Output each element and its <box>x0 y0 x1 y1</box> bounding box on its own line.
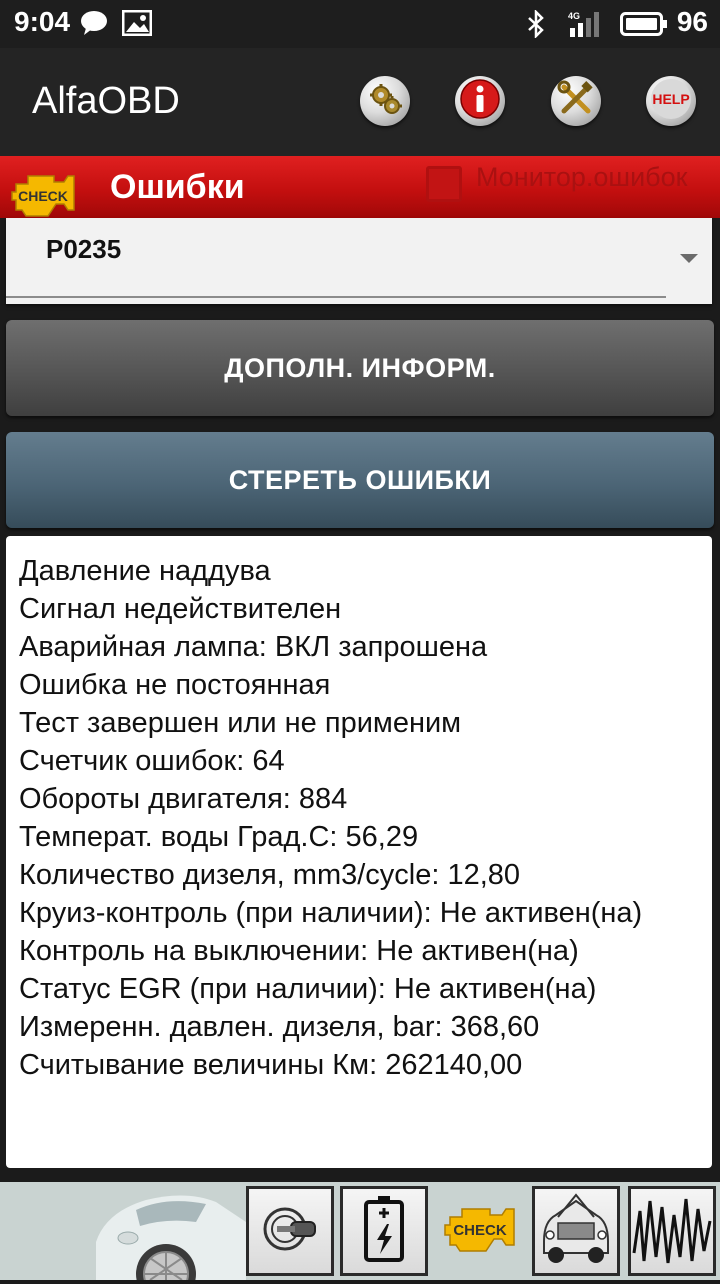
chevron-down-icon[interactable] <box>680 254 698 263</box>
battery-button[interactable] <box>340 1186 428 1276</box>
battery-percent: 96 <box>676 6 708 37</box>
detail-line: Тест завершен или не применим <box>19 707 462 739</box>
image-icon <box>121 9 153 40</box>
help-label: HELP <box>652 91 689 107</box>
error-header: CHECK Ошибки Монитор.ошибок <box>0 156 720 218</box>
check-engine-icon: CHECK <box>442 1203 518 1259</box>
monitor-label[interactable]: Монитор.ошибок <box>476 162 687 193</box>
car-image <box>96 1182 246 1284</box>
battery-icon <box>362 1194 406 1268</box>
selected-error-code: P0235 <box>46 234 122 264</box>
detail-line: Ошибка не постоянная <box>19 669 331 701</box>
info-icon <box>459 78 501 124</box>
status-bar: 9:04 4G 96 <box>0 0 720 48</box>
clear-errors-button[interactable]: СТЕРЕТЬ ОШИБКИ <box>6 432 714 528</box>
settings-button[interactable] <box>360 76 410 126</box>
signal-icon: 4G <box>566 10 608 42</box>
info-button[interactable] <box>455 76 505 126</box>
error-details-list: Давление наддува Сигнал недействителен А… <box>6 536 712 1084</box>
key-button[interactable] <box>246 1186 334 1276</box>
help-button[interactable]: HELP <box>646 76 696 126</box>
tools-button[interactable] <box>551 76 601 126</box>
car-hood-icon <box>536 1191 616 1271</box>
detail-line: Измеренн. давлен. дизеля, bar: 368,60 <box>19 1011 540 1043</box>
message-icon <box>80 10 108 40</box>
dropdown-underline <box>6 296 666 298</box>
waveform-icon <box>632 1191 712 1271</box>
more-info-label: ДОПОЛН. ИНФОРМ. <box>224 352 496 383</box>
status-time: 9:04 <box>14 6 71 37</box>
detail-line: Сигнал недействителен <box>19 593 342 625</box>
car-info-button[interactable] <box>532 1186 620 1276</box>
detail-line: Считывание величины Км: 262140,00 <box>19 1049 523 1081</box>
detail-line: Статус EGR (при наличии): Не активен(на) <box>19 973 597 1005</box>
bottom-toolbar: CHECK <box>0 1182 720 1284</box>
gears-icon <box>367 81 403 121</box>
detail-line: Круиз-контроль (при наличии): Не активен… <box>19 897 643 929</box>
tools-icon <box>557 80 595 122</box>
battery-status-icon <box>620 12 668 40</box>
app-title: AlfaOBD <box>32 80 180 122</box>
more-info-button[interactable]: ДОПОЛН. ИНФОРМ. <box>6 320 714 416</box>
check-engine-icon: CHECK <box>10 170 76 220</box>
error-code-select[interactable]: P0235 <box>6 218 712 304</box>
detail-line: Аварийная лампа: ВКЛ запрошена <box>19 631 488 663</box>
detail-line: Количество дизеля, mm3/cycle: 12,80 <box>19 859 521 891</box>
clear-errors-label: СТЕРЕТЬ ОШИБКИ <box>228 464 492 495</box>
check-engine-button[interactable]: CHECK <box>436 1186 524 1276</box>
detail-line: Счетчик ошибок: 64 <box>19 745 285 777</box>
bluetooth-icon <box>526 8 546 42</box>
key-icon <box>259 1198 321 1264</box>
page-title: Ошибки <box>110 168 245 206</box>
network-label: 4G <box>568 11 580 21</box>
oscilloscope-button[interactable] <box>628 1186 716 1276</box>
detail-line: Контроль на выключении: Не активен(на) <box>19 935 579 967</box>
check-badge-label: CHECK <box>18 188 68 204</box>
check-engine-label: CHECK <box>453 1222 507 1239</box>
app-bar: AlfaOBD HELP <box>0 48 720 156</box>
error-details-panel: Давление наддува Сигнал недействителен А… <box>6 536 712 1168</box>
monitor-checkbox[interactable] <box>426 166 462 202</box>
help-icon: HELP <box>648 76 694 126</box>
detail-line: Обороты двигателя: 884 <box>19 783 348 815</box>
detail-line: Температ. воды Град.С: 56,29 <box>19 821 419 853</box>
detail-line: Давление наддува <box>19 555 271 587</box>
